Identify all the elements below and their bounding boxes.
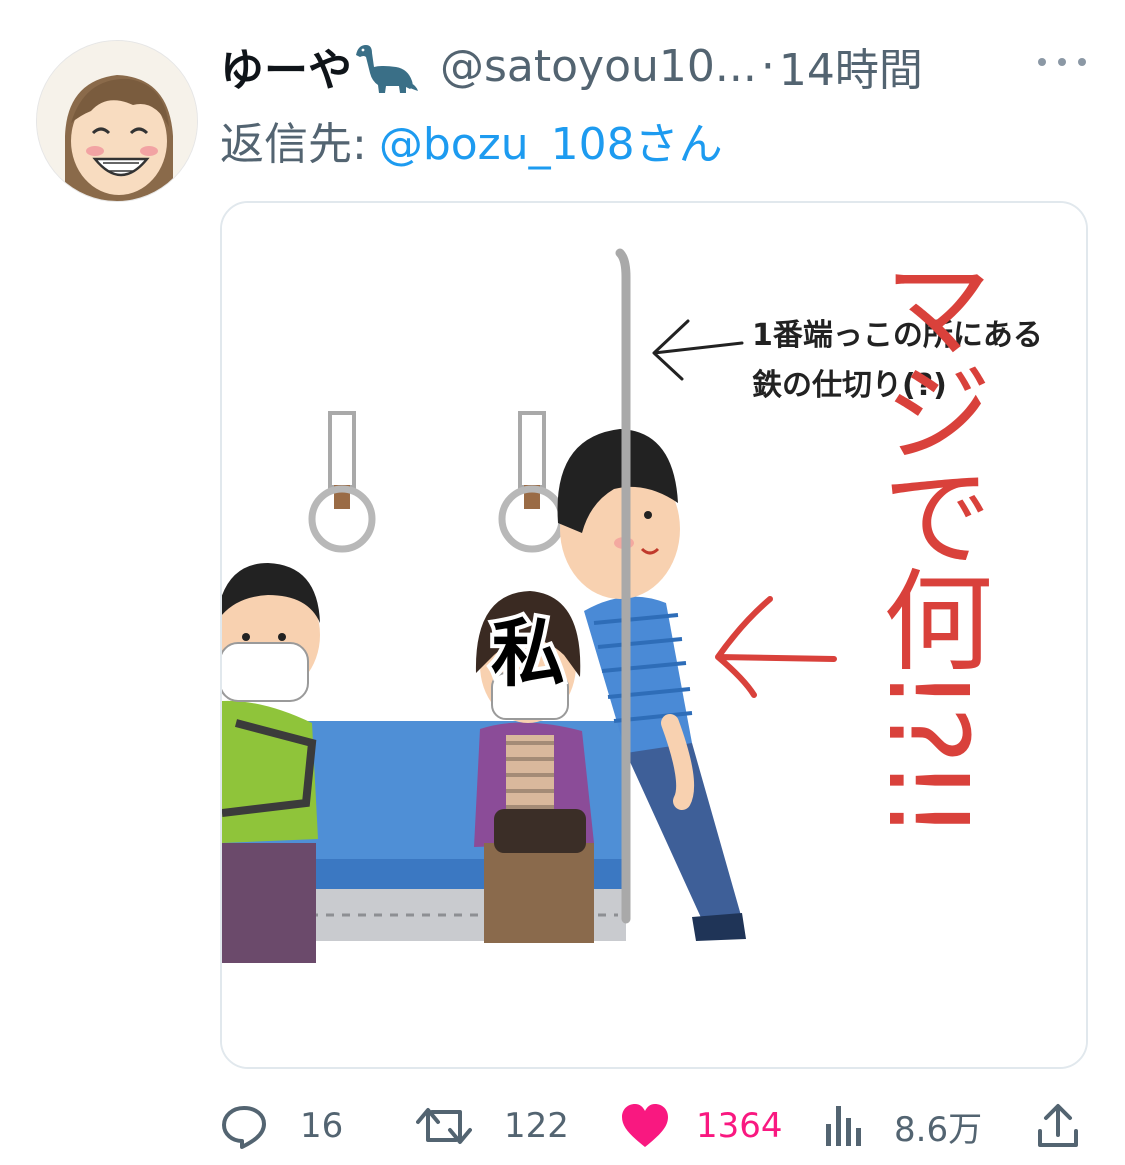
handwritten-note: マジで何!?!! xyxy=(864,252,992,835)
share-upload-icon xyxy=(1036,1103,1080,1149)
tweet-header: ゆーや @satoyou10... · 14時間 xyxy=(220,34,923,98)
reply-target-link[interactable]: @bozu_108さん xyxy=(379,108,723,172)
reply-count: 16 xyxy=(300,1106,344,1146)
more-dot-icon xyxy=(1058,58,1066,66)
reply-button[interactable]: 16 xyxy=(220,1094,343,1158)
seated-woman: 私 xyxy=(474,591,594,943)
separator-dot: · xyxy=(760,40,775,92)
reply-prefix: 返信先: xyxy=(220,119,367,170)
views-button[interactable]: 8.6万 xyxy=(824,1094,982,1158)
author-name[interactable]: ゆーや xyxy=(220,34,352,98)
tweet-action-bar: 16 122 1364 8.6万 xyxy=(220,1094,1088,1158)
avatar-illustration xyxy=(37,41,197,201)
like-button[interactable]: 1364 xyxy=(620,1094,783,1158)
reply-bubble-icon xyxy=(220,1102,268,1150)
like-count: 1364 xyxy=(696,1106,783,1146)
more-dot-icon xyxy=(1038,58,1046,66)
retweet-icon xyxy=(416,1102,472,1150)
views-count: 8.6万 xyxy=(894,1109,983,1150)
sauropod-dinosaur-icon xyxy=(352,37,418,95)
face-label: 私 xyxy=(491,611,565,697)
train-illustration: 私 1番端っこの所にある 鉄の仕切り(?) マジで何!?!! xyxy=(222,203,1086,1067)
reply-context: 返信先: @bozu_108さん xyxy=(220,108,723,172)
heart-icon xyxy=(620,1103,670,1149)
more-options-button[interactable] xyxy=(1038,48,1086,76)
analytics-bar-icon xyxy=(824,1104,864,1148)
post-time[interactable]: 14時間 xyxy=(779,34,923,98)
retweet-button[interactable]: 122 xyxy=(416,1094,569,1158)
tweet-image[interactable]: 私 1番端っこの所にある 鉄の仕切り(?) マジで何!?!! xyxy=(220,201,1088,1069)
author-avatar[interactable] xyxy=(36,40,198,202)
share-button[interactable] xyxy=(1036,1094,1080,1158)
more-dot-icon xyxy=(1078,58,1086,66)
retweet-count: 122 xyxy=(504,1106,569,1146)
author-handle[interactable]: @satoyou10... xyxy=(440,41,757,92)
seated-man xyxy=(222,563,320,963)
